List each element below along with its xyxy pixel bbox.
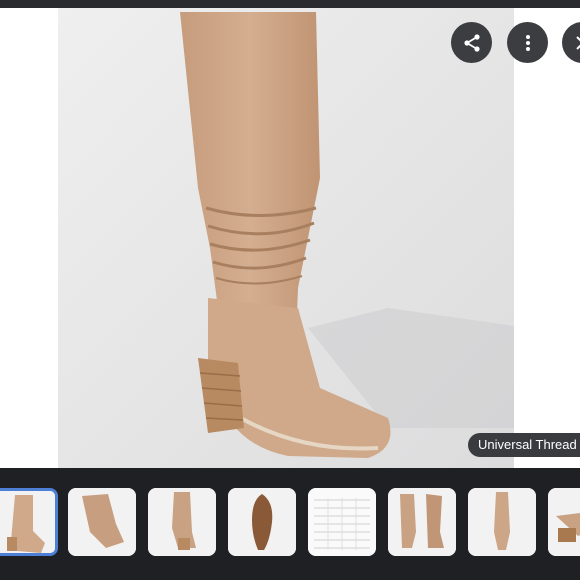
close-icon [575,35,580,50]
source-caption[interactable]: Universal Thread [468,433,580,457]
image-viewer: Universal Thread [0,8,580,468]
close-button[interactable] [562,22,580,63]
top-bar [0,0,580,8]
share-button[interactable] [451,22,492,63]
thumbnail-strip [0,468,580,580]
thumbnail-6[interactable] [388,488,456,556]
thumbnail-2[interactable] [68,488,136,556]
thumbnail-4[interactable] [228,488,296,556]
main-product-image[interactable] [58,8,514,468]
thumbnail-5[interactable] [308,488,376,556]
thumbnail-8[interactable] [548,488,580,556]
thumbnail-7[interactable] [468,488,536,556]
more-options-button[interactable] [507,22,548,63]
more-vertical-icon [525,34,530,51]
thumbnail-3[interactable] [148,488,216,556]
share-icon [463,33,480,52]
thumbnail-1[interactable] [0,488,58,556]
